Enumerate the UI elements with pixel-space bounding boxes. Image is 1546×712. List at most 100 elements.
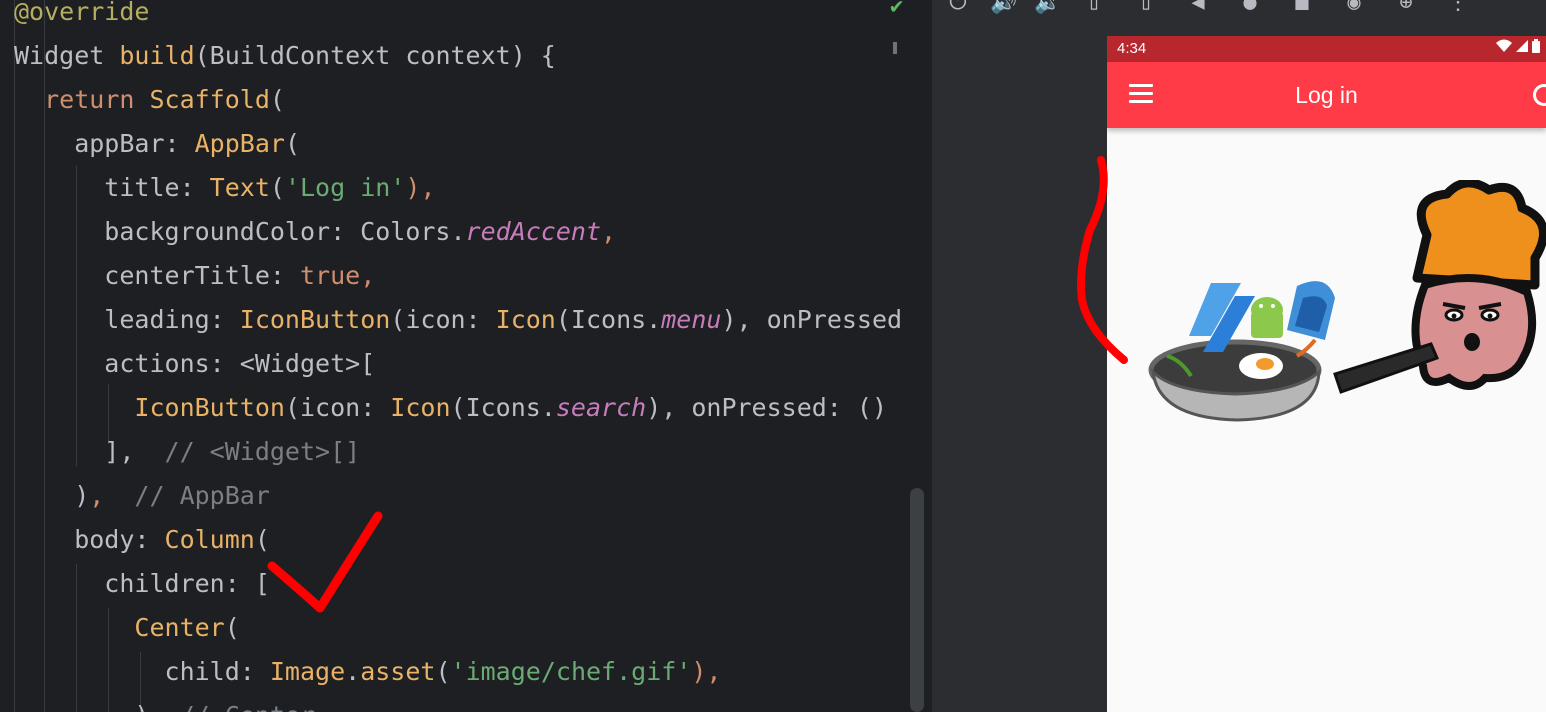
code-token: redAccent <box>465 217 602 246</box>
code-token: ), onPressed: () <box>646 393 888 422</box>
code-token: ) <box>14 481 90 510</box>
code-token: ( <box>284 129 300 158</box>
code-token: Widget <box>14 41 120 70</box>
code-token: , <box>601 217 617 246</box>
code-token: Icon <box>390 393 451 422</box>
code-editor[interactable]: @override Widget build(BuildContext conte… <box>0 0 932 712</box>
code-token: . <box>345 657 361 686</box>
code-token: // AppBar <box>104 481 270 510</box>
code-token: (Icons. <box>450 393 556 422</box>
inspection-ok-icon[interactable]: ✔ <box>890 0 903 19</box>
code-token: IconButton <box>134 393 285 422</box>
emulator-toolbar: ⏻ 🔊 🔉 ▯ ▯ ◀ ● ■ ◉ ⊕ ⋮ <box>932 0 1546 32</box>
battery-icon <box>1532 39 1540 53</box>
code-token: Scaffold <box>149 85 270 114</box>
code-token: leading: <box>14 305 240 334</box>
code-token: @override <box>14 0 150 26</box>
camera-icon[interactable]: ◉ <box>1340 0 1368 16</box>
wifi-icon <box>1496 39 1512 52</box>
code-line[interactable]: actions: <Widget>[ <box>14 342 375 386</box>
code-token: onPressed <box>766 305 903 334</box>
code-token: Column <box>164 525 255 554</box>
chef-image <box>1148 180 1546 422</box>
rotate-right-icon[interactable]: ▯ <box>1132 0 1160 16</box>
app-body <box>1107 128 1546 712</box>
app-bar-title: Log in <box>1295 82 1358 108</box>
code-token: AppBar <box>194 129 285 158</box>
code-line[interactable]: @override <box>14 0 149 34</box>
app-bar: Log in <box>1107 62 1546 128</box>
signal-icon <box>1516 40 1528 52</box>
code-token: (Icons. <box>555 305 662 334</box>
code-line[interactable]: IconButton(icon: Icon(Icons.search), onP… <box>14 386 887 430</box>
code-token: children: [ <box>14 569 270 598</box>
vertical-scrollbar[interactable] <box>910 488 924 712</box>
code-line[interactable]: Widget build(BuildContext context) { <box>14 34 556 78</box>
code-token: , <box>89 481 105 510</box>
code-line[interactable]: child: Image.asset('image/chef.gif'), <box>14 650 722 694</box>
code-line[interactable]: return Scaffold( <box>14 78 285 122</box>
code-token: // <Widget>[] <box>134 437 361 466</box>
status-bar: 4:34 <box>1107 36 1546 62</box>
code-token: 'Log in' <box>284 173 406 202</box>
code-token: 'image/chef.gif' <box>450 657 692 686</box>
code-token: ], <box>14 437 135 466</box>
volume-up-icon[interactable]: 🔊 <box>990 0 1018 16</box>
code-line[interactable]: appBar: AppBar( <box>14 122 300 166</box>
code-token: actions: <Widget>[ <box>14 349 376 378</box>
code-line[interactable]: ), // Center <box>14 694 315 712</box>
code-token: menu <box>661 305 722 334</box>
code-token: , <box>360 261 376 290</box>
code-token: ( <box>269 85 285 114</box>
code-token: IconButton <box>239 305 391 334</box>
zoom-icon[interactable]: ⊕ <box>1392 0 1420 16</box>
code-token: ( <box>435 657 451 686</box>
code-token: (icon: <box>284 393 391 422</box>
code-token: search <box>555 393 647 422</box>
overview-icon[interactable]: ■ <box>1288 0 1316 16</box>
scroll-marker <box>893 42 897 54</box>
code-line[interactable]: children: [ <box>14 562 270 606</box>
code-token: Icon <box>495 305 556 334</box>
code-token: Image <box>269 657 346 686</box>
code-line[interactable]: Center( <box>14 606 240 650</box>
code-token: ), <box>405 173 436 202</box>
code-token: ( <box>224 613 240 642</box>
home-icon[interactable]: ● <box>1236 0 1264 16</box>
code-token: body: <box>14 525 165 554</box>
power-icon[interactable]: ⏻ <box>944 0 972 16</box>
code-token: asset <box>360 657 436 686</box>
rotate-left-icon[interactable]: ▯ <box>1080 0 1108 16</box>
code-line[interactable]: centerTitle: true, <box>14 254 375 298</box>
code-token: child: <box>14 657 270 686</box>
code-token: title: <box>14 173 210 202</box>
code-token: ), <box>14 701 180 712</box>
code-token: true <box>299 261 361 290</box>
code-line[interactable]: ), // AppBar <box>14 474 270 518</box>
emulator-panel: ⏻ 🔊 🔉 ▯ ▯ ◀ ● ■ ◉ ⊕ ⋮ 4:34 Log in <box>932 0 1546 712</box>
code-token: build <box>119 41 195 70</box>
code-token: ), <box>691 657 722 686</box>
code-token: ), <box>721 305 767 334</box>
code-line[interactable]: body: Column( <box>14 518 270 562</box>
code-token: (BuildContext context) { <box>194 41 556 70</box>
phone-screen[interactable]: 4:34 Log in <box>1107 36 1546 712</box>
back-icon[interactable]: ◀ <box>1184 0 1212 16</box>
more-icon[interactable]: ⋮ <box>1444 0 1472 16</box>
volume-down-icon[interactable]: 🔉 <box>1034 0 1062 16</box>
code-token: Center <box>134 613 225 642</box>
code-token: ( <box>254 525 270 554</box>
code-token: // Center <box>180 701 315 712</box>
code-line[interactable]: leading: IconButton(icon: Icon(Icons.men… <box>14 298 902 342</box>
code-line[interactable]: backgroundColor: Colors.redAccent, <box>14 210 616 254</box>
code-token: (icon: <box>390 305 496 334</box>
code-token: ( <box>269 173 285 202</box>
code-line[interactable]: title: Text('Log in'), <box>14 166 435 210</box>
code-token: Text <box>209 173 270 202</box>
code-token: return <box>44 85 150 114</box>
status-time: 4:34 <box>1117 40 1147 57</box>
code-line[interactable]: ], // <Widget>[] <box>14 430 360 474</box>
